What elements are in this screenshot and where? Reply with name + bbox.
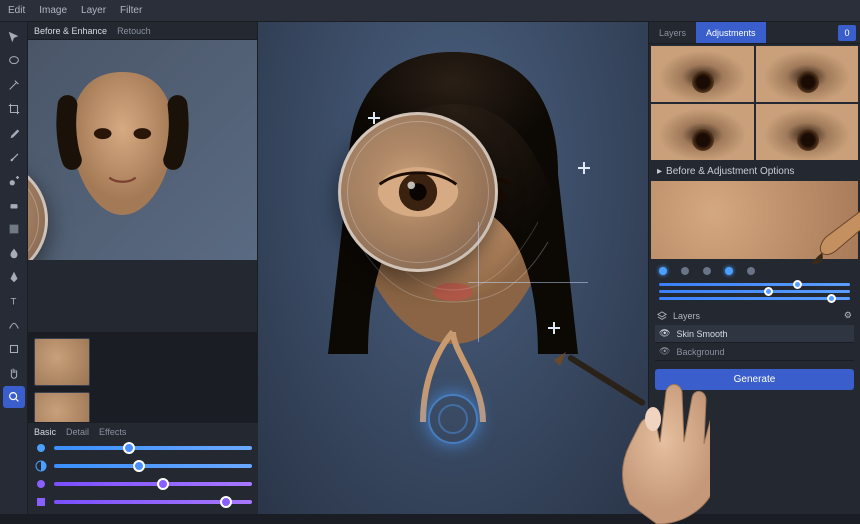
exposure-icon [34,441,48,455]
brush-tool[interactable] [3,146,25,168]
generate-button[interactable]: Generate [655,369,854,390]
preset-dot[interactable] [747,267,755,275]
rp-slider [649,281,860,288]
text-tool[interactable]: T [3,290,25,312]
crop-tool[interactable] [3,98,25,120]
eye-preset[interactable] [651,104,754,160]
rp-slider [649,295,860,302]
slider-track[interactable] [54,500,252,504]
menu-edit[interactable]: Edit [8,5,25,16]
layers-header: Layers [673,311,700,321]
layer-row[interactable]: 👁 Skin Smooth [655,325,854,343]
preset-dot[interactable] [703,267,711,275]
preset-dot[interactable] [725,267,733,275]
slider-exposure [34,441,252,455]
move-tool[interactable] [3,26,25,48]
slider-thumb[interactable] [157,478,169,490]
sliders-tabs: Basic Detail Effects [34,427,252,437]
preset-dot[interactable] [659,267,667,275]
slider-thumb[interactable] [220,496,232,508]
saturation-icon [34,495,48,509]
rp-slider-thumb[interactable] [764,287,773,296]
eye-icon[interactable]: 👁 [659,328,670,339]
layers-icon [657,311,667,321]
reference-face-icon [28,50,237,260]
gradient-tool[interactable] [3,218,25,240]
lasso-tool[interactable] [3,50,25,72]
eye-preset[interactable] [756,104,859,160]
path-tool[interactable] [3,314,25,336]
blur-tool[interactable] [3,242,25,264]
skin-preview[interactable] [651,181,858,259]
menu-filter[interactable]: Filter [120,5,142,16]
slider-saturation [34,495,252,509]
sliders-tab-basic[interactable]: Basic [34,427,56,437]
pen-tool[interactable] [3,266,25,288]
shape-tool[interactable] [3,338,25,360]
hand-tool[interactable] [3,362,25,384]
layer-row[interactable]: 👁 Background [655,343,854,361]
rp-slider-track[interactable] [659,290,850,293]
layers-panel: Layers ⚙ 👁 Skin Smooth 👁 Background Gene… [649,302,860,514]
eye-preset[interactable] [756,46,859,102]
chevron-right-icon: ▸ [657,166,662,177]
rp-slider-thumb[interactable] [827,294,836,303]
menu-image[interactable]: Image [39,5,67,16]
slider-contrast [34,459,252,473]
eye-preset[interactable] [651,46,754,102]
sliders-tab-detail[interactable]: Detail [66,427,89,437]
guide-horizontal [468,282,588,283]
marker-cross [548,322,560,334]
reference-tabs: Before & Enhance Retouch [28,22,257,40]
rp-slider-track[interactable] [659,283,850,286]
preset-dot[interactable] [681,267,689,275]
gear-icon[interactable]: ⚙ [844,310,852,321]
eye-presets-grid [649,44,860,162]
ref-tab-retouch[interactable]: Retouch [117,26,151,36]
menu-layer[interactable]: Layer [81,5,106,16]
rp-tab-layers[interactable]: Layers [649,22,696,43]
ref-tab-before[interactable]: Before & Enhance [34,26,107,36]
toolbox: T [0,22,28,514]
eyedropper-tool[interactable] [3,122,25,144]
eraser-tool[interactable] [3,194,25,216]
rp-slider-thumb[interactable] [793,280,802,289]
brush-icon [808,209,860,269]
right-panel-tabs: Layers Adjustments 0 [649,22,860,44]
slider-thumb[interactable] [133,460,145,472]
menubar: Edit Image Layer Filter [0,0,860,22]
rp-tab-adjustments[interactable]: Adjustments [696,22,766,43]
magnifier-eye-icon [351,125,485,259]
canvas-magnifier[interactable] [338,112,498,272]
guide-vertical [478,222,479,342]
slider-track[interactable] [54,482,252,486]
wand-tool[interactable] [3,74,25,96]
rp-badge: 0 [838,25,856,41]
slider-thumb[interactable] [123,442,135,454]
focus-pulse-icon [428,394,478,444]
marker-cross [578,162,590,174]
adjustment-sliders-panel: Basic Detail Effects [28,422,258,514]
layer-name: Background [676,347,724,357]
right-panel: Layers Adjustments 0 ▸ Before & Adjustme… [648,22,860,514]
slider-track[interactable] [54,464,252,468]
svg-text:T: T [10,297,16,308]
texture-thumb[interactable] [34,338,90,386]
slider-track[interactable] [54,446,252,450]
clone-tool[interactable] [3,170,25,192]
reference-panel: Before & Enhance Retouch [28,22,258,332]
eye-icon[interactable]: 👁 [659,346,670,357]
rp-slider-track[interactable] [659,297,850,300]
canvas[interactable] [258,22,648,514]
zoom-tool[interactable] [3,386,25,408]
layer-name: Skin Smooth [676,329,727,339]
rp-section-title: ▸ Before & Adjustment Options [649,162,860,179]
marker-cross [368,112,380,124]
vibrance-icon [34,477,48,491]
contrast-icon [34,459,48,473]
slider-vibrance [34,477,252,491]
reference-preview[interactable] [28,40,257,260]
sliders-tab-effects[interactable]: Effects [99,427,126,437]
